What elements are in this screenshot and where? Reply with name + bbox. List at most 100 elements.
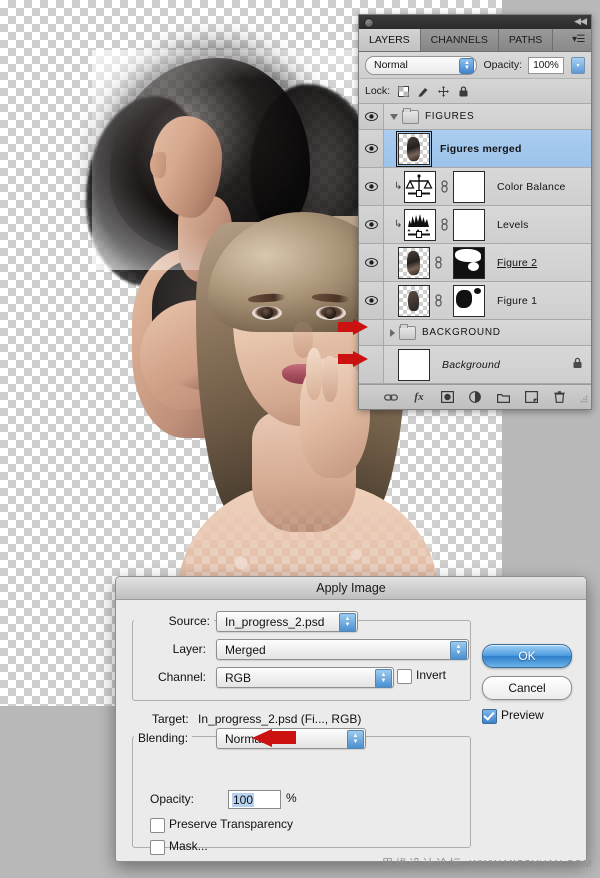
layer-value: Merged bbox=[225, 642, 266, 657]
layer-thumbnail-background[interactable] bbox=[398, 348, 430, 381]
eye-icon bbox=[364, 296, 378, 305]
tab-channels[interactable]: CHANNELS bbox=[420, 29, 499, 51]
stepper-icon[interactable]: ▲ ▼ bbox=[347, 730, 364, 749]
invert-label: Invert bbox=[416, 668, 447, 682]
panel-menu-icon[interactable]: ▾☰ bbox=[572, 34, 585, 45]
apply-image-dialog[interactable]: Apply Image Source: In_progress_2.psd ▲ ▼… bbox=[115, 576, 587, 862]
layer-row-background[interactable]: Background bbox=[359, 346, 591, 384]
visibility-toggle-figures-merged[interactable] bbox=[359, 130, 384, 167]
group-disclosure-triangle-icon[interactable] bbox=[390, 113, 398, 120]
collapse-double-arrow-icon[interactable]: ◀◀ bbox=[574, 16, 587, 27]
mask-checkbox[interactable] bbox=[150, 840, 165, 855]
tab-layers-label: LAYERS bbox=[369, 34, 410, 46]
stepper-icon[interactable]: ▲ ▼ bbox=[375, 669, 392, 688]
layer-row-background-group[interactable]: BACKGROUND bbox=[359, 320, 591, 346]
figure2-pupil-left bbox=[261, 307, 273, 319]
panel-tab-strip[interactable]: LAYERS CHANNELS PATHS ▾☰ bbox=[359, 29, 591, 52]
blend-mode-row[interactable]: Normal ▲ ▼ Opacity: 100% ▾ bbox=[359, 52, 591, 79]
group-disclosure-triangle-icon[interactable] bbox=[390, 328, 395, 337]
watermark-url-text: WWW.MISSYUAN.COM bbox=[469, 857, 592, 870]
eye-icon bbox=[364, 112, 378, 121]
lock-row[interactable]: Lock: bbox=[359, 79, 591, 104]
layer-row-levels[interactable]: ↳ Levels bbox=[359, 206, 591, 244]
layer-mask-thumbnail-figure-1[interactable] bbox=[453, 284, 485, 317]
visibility-toggle-figure-1[interactable] bbox=[359, 282, 384, 319]
levels-histogram-icon[interactable] bbox=[404, 208, 436, 241]
eye-icon bbox=[364, 182, 378, 191]
new-adjustment-layer-icon[interactable] bbox=[468, 390, 482, 404]
folder-icon bbox=[402, 107, 419, 124]
channel-dropdown[interactable]: RGB ▲ ▼ bbox=[216, 667, 394, 688]
cancel-button-label: Cancel bbox=[508, 681, 546, 695]
source-value: In_progress_2.psd bbox=[225, 614, 325, 629]
visibility-toggle-figure-2[interactable] bbox=[359, 244, 384, 281]
cancel-button[interactable]: Cancel bbox=[482, 676, 572, 700]
link-mask-icon[interactable] bbox=[434, 294, 443, 307]
new-group-icon[interactable] bbox=[496, 390, 510, 404]
link-mask-icon[interactable] bbox=[434, 256, 443, 269]
visibility-toggle-levels[interactable] bbox=[359, 206, 384, 243]
layer-row-figure-1[interactable]: Figure 1 bbox=[359, 282, 591, 320]
link-mask-icon[interactable] bbox=[440, 218, 449, 231]
layer-mask-thumbnail-figure-2[interactable] bbox=[453, 246, 485, 279]
layer-name-figures-merged: Figures merged bbox=[440, 142, 522, 155]
layer-name-background-group: BACKGROUND bbox=[422, 327, 501, 338]
lock-all-icon[interactable] bbox=[458, 85, 469, 97]
stepper-icon[interactable]: ▲ ▼ bbox=[459, 57, 475, 74]
add-layer-mask-icon[interactable] bbox=[440, 390, 454, 404]
layer-row-figure-2[interactable]: Figure 2 bbox=[359, 244, 591, 282]
preview-checkbox[interactable] bbox=[482, 709, 497, 724]
layer-style-fx-icon[interactable]: fx bbox=[412, 390, 426, 404]
tab-paths[interactable]: PATHS bbox=[498, 29, 554, 51]
panel-titlebar[interactable]: ◀◀ bbox=[359, 15, 591, 29]
panel-resize-grip-icon[interactable] bbox=[580, 394, 588, 406]
visibility-toggle-color-balance[interactable] bbox=[359, 168, 384, 205]
lock-transparent-pixels-icon[interactable] bbox=[398, 85, 410, 97]
delete-layer-icon[interactable] bbox=[552, 390, 566, 404]
visibility-toggle-background-group[interactable] bbox=[359, 320, 384, 345]
layer-mask-thumbnail-color-balance[interactable] bbox=[453, 170, 485, 203]
lock-position-icon[interactable] bbox=[438, 85, 450, 97]
clipping-mask-arrow-icon: ↳ bbox=[394, 180, 403, 192]
layer-dropdown[interactable]: Merged ▲ ▼ bbox=[216, 639, 469, 660]
eye-icon bbox=[364, 220, 378, 229]
lock-image-pixels-icon[interactable] bbox=[418, 86, 429, 97]
preserve-transparency-checkbox[interactable] bbox=[150, 818, 165, 833]
layer-row-figures-group[interactable]: FIGURES bbox=[359, 104, 591, 130]
visibility-toggle-background[interactable] bbox=[359, 346, 384, 383]
layer-mask-thumbnail-levels[interactable] bbox=[453, 208, 485, 241]
opacity-input[interactable]: 100 bbox=[228, 790, 281, 809]
stepper-icon[interactable]: ▲ ▼ bbox=[450, 641, 467, 660]
layer-list[interactable]: FIGURES Figures merged ↳ Color Balance ↳… bbox=[359, 104, 591, 384]
dialog-titlebar[interactable]: Apply Image bbox=[116, 577, 586, 600]
color-balance-scales-icon[interactable] bbox=[404, 170, 436, 203]
invert-checkbox[interactable] bbox=[397, 669, 412, 684]
preview-label: Preview bbox=[501, 708, 544, 722]
target-row: Target: In_progress_2.psd (Fi..., RGB) bbox=[152, 712, 361, 726]
opacity-label: Opacity: bbox=[150, 792, 195, 806]
link-layers-icon[interactable] bbox=[384, 390, 398, 404]
opacity-input[interactable]: 100% bbox=[528, 56, 564, 74]
layers-panel[interactable]: ◀◀ LAYERS CHANNELS PATHS ▾☰ Normal ▲ ▼ Op… bbox=[358, 14, 592, 410]
new-layer-icon[interactable] bbox=[524, 390, 538, 404]
layer-thumbnail-figures-merged[interactable] bbox=[396, 130, 432, 167]
figure1-profile-nose bbox=[150, 152, 166, 178]
layer-thumbnail-figure-1[interactable] bbox=[398, 284, 430, 317]
panel-close-dot-icon[interactable] bbox=[364, 18, 374, 28]
blending-dropdown[interactable]: Normal ▲ ▼ bbox=[216, 728, 366, 749]
blend-mode-select[interactable]: Normal ▲ ▼ bbox=[365, 55, 478, 75]
eye-icon bbox=[364, 144, 378, 153]
source-dropdown[interactable]: In_progress_2.psd ▲ ▼ bbox=[216, 611, 358, 632]
link-mask-icon[interactable] bbox=[440, 180, 449, 193]
layer-thumbnail-figure-2[interactable] bbox=[398, 246, 430, 279]
layer-row-figures-merged[interactable]: Figures merged bbox=[359, 130, 591, 168]
ok-button[interactable]: OK bbox=[482, 644, 572, 668]
layer-row-color-balance[interactable]: ↳ Color Balance bbox=[359, 168, 591, 206]
mask-label: Mask... bbox=[169, 839, 208, 853]
channel-label: Channel: bbox=[157, 670, 206, 684]
tab-layers[interactable]: LAYERS bbox=[359, 29, 421, 51]
stepper-icon[interactable]: ▲ ▼ bbox=[339, 613, 356, 632]
opacity-dropdown-icon[interactable]: ▾ bbox=[571, 56, 585, 74]
visibility-toggle-figures[interactable] bbox=[359, 104, 384, 129]
layers-panel-footer[interactable]: fx bbox=[359, 384, 591, 409]
